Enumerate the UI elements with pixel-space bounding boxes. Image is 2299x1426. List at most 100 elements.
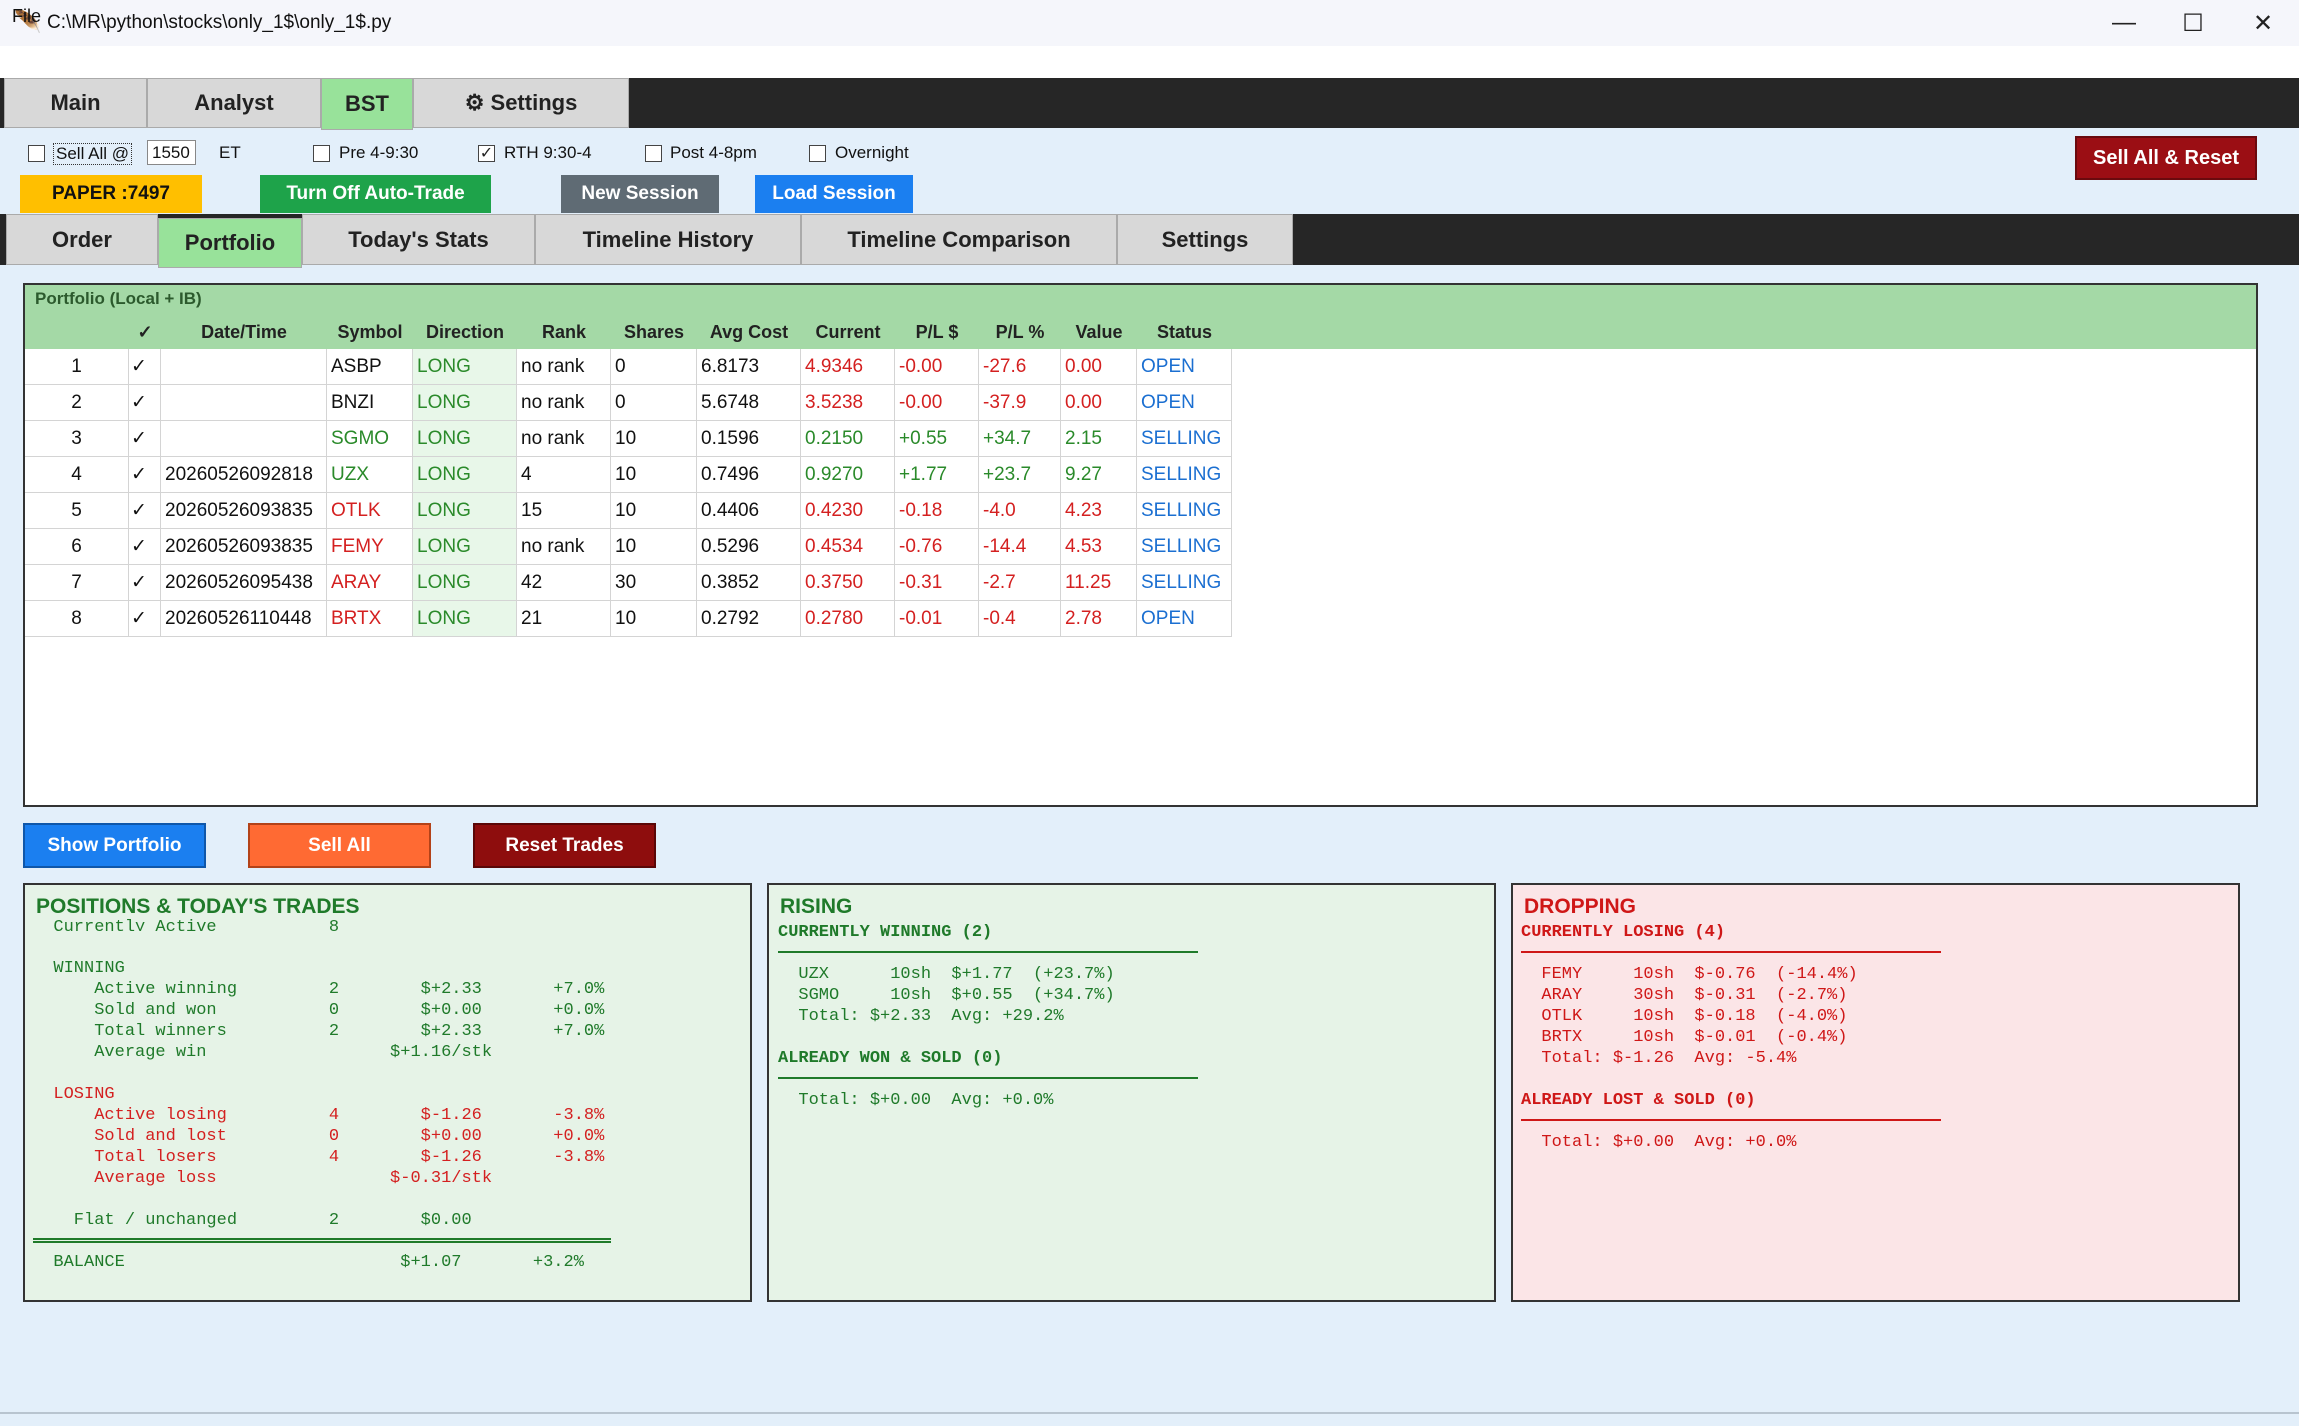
menu-file[interactable]: File: [12, 6, 41, 27]
cell-direction: LONG: [413, 529, 517, 565]
column-header-status[interactable]: Status: [1137, 322, 1232, 343]
lost-sold-divider: [1521, 1119, 1941, 1121]
cell-symbol: ARAY: [327, 565, 413, 601]
column-header-value[interactable]: Value: [1061, 322, 1137, 343]
dropping-line: BRTX 10sh $-0.01 (-0.4%): [1521, 1028, 1848, 1047]
cell-date-time: 20260526095438: [161, 565, 327, 601]
cell-shares: 0: [611, 349, 697, 385]
sell-all-time-input[interactable]: 1550: [147, 140, 196, 165]
cell-shares: 30: [611, 565, 697, 601]
cell-shares: 10: [611, 421, 697, 457]
overnight-checkbox[interactable]: [809, 145, 826, 162]
cell-status: SELLING: [1137, 565, 1232, 601]
cell-direction: LONG: [413, 601, 517, 637]
cell-shares: 10: [611, 529, 697, 565]
turn-off-auto-trade-button[interactable]: Turn Off Auto-Trade: [260, 175, 491, 213]
cell-symbol: BNZI: [327, 385, 413, 421]
rising-line: SGMO 10sh $+0.55 (+34.7%): [778, 986, 1115, 1005]
pre-market-label: Pre 4-9:30: [339, 143, 419, 162]
tab-timeline-history[interactable]: Timeline History: [535, 214, 801, 265]
cell-direction: LONG: [413, 493, 517, 529]
sell-all-button[interactable]: Sell All: [248, 823, 431, 868]
cell-symbol: FEMY: [327, 529, 413, 565]
cell-rank: 15: [517, 493, 611, 529]
cell-pl-dollar: +0.55: [895, 421, 979, 457]
show-portfolio-button[interactable]: Show Portfolio: [23, 823, 206, 868]
cell-row-number: 6: [25, 529, 129, 565]
dropping-divider: [1521, 951, 1941, 953]
cell-rank: 21: [517, 601, 611, 637]
column-header-pl-dollar[interactable]: P/L $: [895, 322, 979, 343]
pre-market-checkbox[interactable]: [313, 145, 330, 162]
tab-portfolio[interactable]: Portfolio: [158, 218, 302, 268]
cell-status: SELLING: [1137, 493, 1232, 529]
tab-analyst[interactable]: Analyst: [147, 78, 321, 128]
cell-value: 4.53: [1061, 529, 1137, 565]
cell-symbol: UZX: [327, 457, 413, 493]
cell-checked: ✓: [129, 529, 161, 565]
cell-date-time: 20260526093835: [161, 529, 327, 565]
currently-active-line: Currently Active 8: [33, 918, 340, 931]
cell-rank: no rank: [517, 385, 611, 421]
cell-rank: no rank: [517, 529, 611, 565]
cell-avg-cost: 6.8173: [697, 349, 801, 385]
column-header-checked[interactable]: ✓: [129, 322, 161, 343]
column-header-current[interactable]: Current: [801, 322, 895, 343]
tab-main[interactable]: Main: [4, 78, 147, 128]
cell-date-time: [161, 349, 327, 385]
flat-line: Flat / unchanged 2 $0.00: [33, 1211, 472, 1230]
tab-bst[interactable]: BST: [321, 78, 413, 130]
maximize-icon[interactable]: ☐: [2158, 0, 2228, 46]
dropping-line: OTLK 10sh $-0.18 (-4.0%): [1521, 1007, 1848, 1026]
cell-value: 9.27: [1061, 457, 1137, 493]
column-header-shares[interactable]: Shares: [611, 322, 697, 343]
load-session-button[interactable]: Load Session: [755, 175, 913, 213]
cell-status: SELLING: [1137, 421, 1232, 457]
tab-todays-stats[interactable]: Today's Stats: [302, 214, 535, 265]
column-header-avg-cost[interactable]: Avg Cost: [697, 322, 801, 343]
sell-all-at-checkbox[interactable]: [28, 145, 45, 162]
reset-trades-button[interactable]: Reset Trades: [473, 823, 656, 868]
cell-current: 0.9270: [801, 457, 895, 493]
column-header-date-time[interactable]: Date/Time: [161, 322, 327, 343]
losing-heading: LOSING: [33, 1085, 115, 1104]
minimize-icon[interactable]: —: [2089, 0, 2159, 46]
post-market-checkbox[interactable]: [645, 145, 662, 162]
cell-status: SELLING: [1137, 457, 1232, 493]
new-session-button[interactable]: New Session: [561, 175, 719, 213]
rth-checkbox[interactable]: ✓: [478, 145, 495, 162]
close-icon[interactable]: ✕: [2228, 0, 2298, 46]
column-header-pl-percent[interactable]: P/L %: [979, 322, 1061, 343]
column-header-rank[interactable]: Rank: [517, 322, 611, 343]
positions-title: POSITIONS & TODAY'S TRADES: [36, 895, 360, 918]
losing-line: Active losing 4 $-1.26 -3.8%: [33, 1106, 605, 1125]
cell-row-number: 4: [25, 457, 129, 493]
winning-line: Total winners 2 $+2.33 +7.0%: [33, 1022, 605, 1041]
tab-order[interactable]: Order: [6, 214, 158, 265]
column-header-direction[interactable]: Direction: [413, 322, 517, 343]
cell-value: 2.15: [1061, 421, 1137, 457]
cell-value: 0.00: [1061, 349, 1137, 385]
status-divider: [0, 1412, 2299, 1414]
cell-row-number: 3: [25, 421, 129, 457]
lost-sold-total: Total: $+0.00 Avg: +0.0%: [1521, 1133, 1797, 1152]
column-header-symbol[interactable]: Symbol: [327, 322, 413, 343]
cell-avg-cost: 5.6748: [697, 385, 801, 421]
cell-current: 0.2150: [801, 421, 895, 457]
tab-settings-main[interactable]: ⚙ Settings: [413, 78, 629, 128]
cell-checked: ✓: [129, 385, 161, 421]
cell-pl-percent: +23.7: [979, 457, 1061, 493]
cell-date-time: 20260526093835: [161, 493, 327, 529]
cell-pl-dollar: -0.01: [895, 601, 979, 637]
tab-settings-sub[interactable]: Settings: [1117, 214, 1293, 265]
cell-avg-cost: 0.5296: [697, 529, 801, 565]
cell-symbol: ASBP: [327, 349, 413, 385]
cell-rank: 4: [517, 457, 611, 493]
rising-divider: [778, 951, 1198, 953]
sell-all-reset-button[interactable]: Sell All & Reset: [2075, 136, 2257, 180]
cell-direction: LONG: [413, 385, 517, 421]
tab-timeline-comparison[interactable]: Timeline Comparison: [801, 214, 1117, 265]
cell-shares: 10: [611, 601, 697, 637]
cell-shares: 0: [611, 385, 697, 421]
cell-pl-percent: -4.0: [979, 493, 1061, 529]
